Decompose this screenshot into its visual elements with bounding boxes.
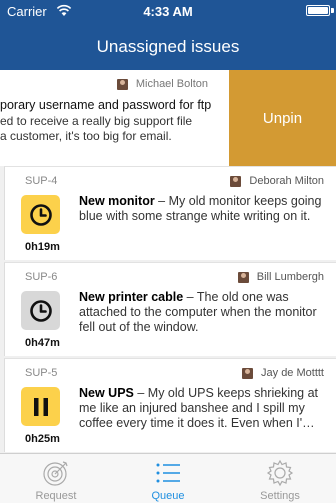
issue-summary: New UPS – My old UPS keeps shrieking at …	[79, 386, 327, 431]
avatar	[230, 175, 242, 187]
battery-tip	[331, 8, 334, 13]
status-tile	[21, 387, 60, 426]
battery-icon	[306, 5, 330, 16]
title-separator: –	[154, 194, 169, 208]
list-icon	[156, 463, 180, 483]
elapsed-time: 0h19m	[25, 241, 60, 253]
tab-queue[interactable]: Queue	[112, 454, 224, 503]
avatar	[116, 78, 128, 90]
issue-key: SUP-4	[25, 175, 58, 187]
issue-author: Michael Bolton	[116, 78, 208, 90]
title-separator: –	[183, 290, 197, 304]
clock-icon	[29, 299, 52, 322]
target-icon	[43, 461, 68, 486]
tab-bar: Request Queue Settings	[0, 453, 336, 503]
status-tile	[21, 291, 60, 330]
issue-author: Bill Lumbergh	[237, 271, 324, 283]
issue-summary: New printer cable – The old one was atta…	[79, 290, 327, 335]
status-bar: Carrier 4:33 AM	[0, 0, 336, 22]
app-header: Carrier 4:33 AM Unassigned issues	[0, 0, 336, 70]
issue-description: ed to receive a really big support file …	[0, 114, 230, 144]
avatar	[237, 271, 249, 283]
clock-icon	[29, 203, 52, 226]
tab-settings[interactable]: Settings	[224, 454, 336, 503]
issue-card-sup-4[interactable]: SUP-4 Deborah Milton 0h19m New monitor –…	[4, 166, 336, 260]
issue-key: SUP-5	[25, 367, 58, 379]
issue-author: Jay de Motttt	[242, 367, 324, 379]
tab-request[interactable]: Request	[0, 454, 112, 503]
issue-title: New printer cable	[79, 290, 184, 304]
swiped-issue-row[interactable]: Michael Bolton porary username and passw…	[0, 70, 336, 166]
issue-author-name: Michael Bolton	[135, 78, 208, 90]
issue-card-sup-6[interactable]: SUP-6 Bill Lumbergh 0h47m New printer ca…	[4, 262, 336, 356]
issue-title: New monitor	[79, 194, 155, 208]
issue-title: New UPS	[79, 386, 134, 400]
gear-icon	[266, 459, 294, 487]
issue-card-sup-5[interactable]: SUP-5 Jay de Motttt 0h25m New UPS – My o…	[4, 358, 336, 452]
issue-key: SUP-6	[25, 271, 58, 283]
unpin-button[interactable]: Unpin	[229, 70, 336, 166]
issue-author: Deborah Milton	[230, 175, 324, 187]
issue-author-name: Jay de Motttt	[261, 367, 324, 379]
status-tile	[21, 195, 60, 234]
pause-icon	[33, 397, 48, 416]
swiped-issue-content[interactable]: Michael Bolton porary username and passw…	[0, 70, 230, 166]
issue-summary: New monitor – My old monitor keeps going…	[79, 194, 327, 239]
issue-description-line: ed to receive a really big support file	[0, 114, 193, 128]
tab-label: Queue	[151, 490, 185, 502]
tab-label: Settings	[260, 490, 300, 502]
issue-list: SUP-4 Deborah Milton 0h19m New monitor –…	[0, 166, 336, 453]
elapsed-time: 0h25m	[25, 433, 60, 445]
clock-time: 4:33 AM	[143, 4, 193, 19]
issue-author-name: Deborah Milton	[249, 175, 324, 187]
issue-title: porary username and password for ftp	[0, 98, 212, 112]
avatar	[242, 367, 254, 379]
issue-description-line: a customer, it's too big for email.	[0, 129, 172, 143]
tab-label: Request	[35, 490, 77, 502]
title-separator: –	[133, 386, 148, 400]
issue-author-name: Bill Lumbergh	[256, 271, 324, 283]
page-title: Unassigned issues	[96, 37, 240, 56]
elapsed-time: 0h47m	[25, 337, 60, 349]
